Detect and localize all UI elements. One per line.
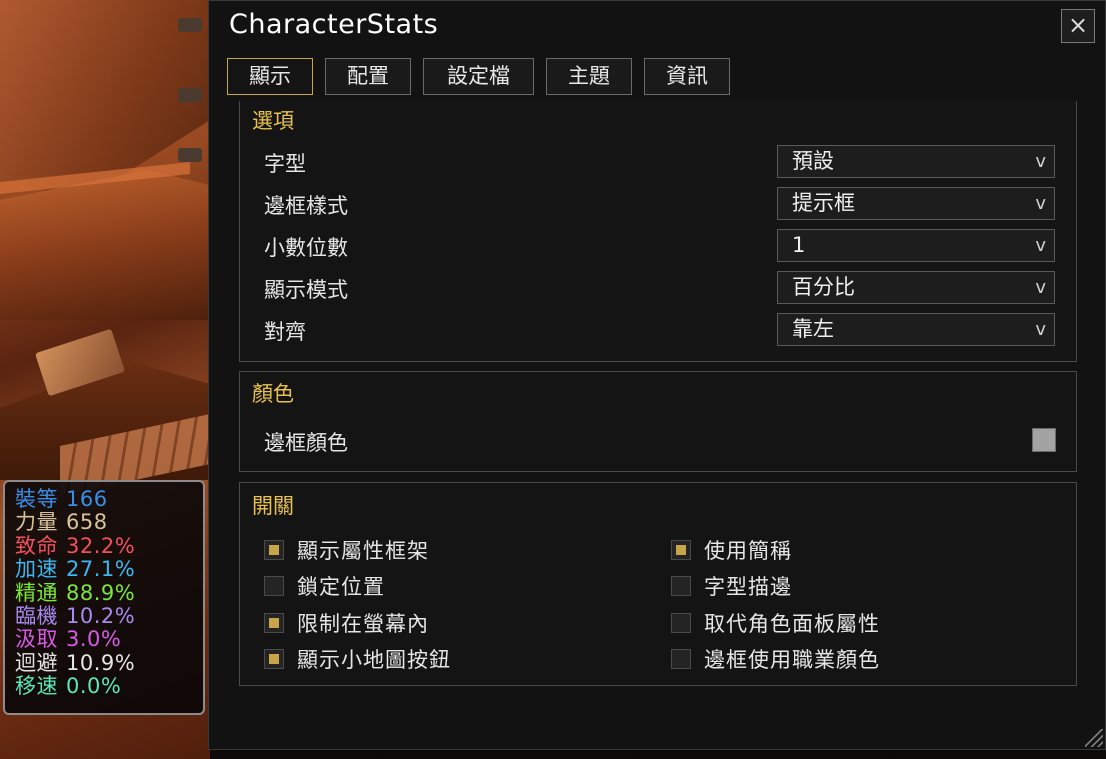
color-section: 顏色 邊框顏色 <box>239 371 1077 472</box>
stat-row: 汲取 3.0% <box>15 627 203 652</box>
checkbox-label: 限制在螢幕內 <box>297 612 429 636</box>
border-color-swatch[interactable] <box>1032 428 1056 452</box>
checkbox-label: 使用簡稱 <box>704 539 792 563</box>
dropdown-value: 預設 <box>792 149 834 173</box>
toggle-show-minimap-button[interactable]: 顯示小地圖按鈕 <box>264 644 451 674</box>
checkbox[interactable] <box>671 613 691 633</box>
stat-label: 臨機 <box>15 604 58 629</box>
background-rivet <box>178 88 202 102</box>
stat-row: 裝等 166 <box>15 487 203 511</box>
section-title: 選項 <box>252 109 294 133</box>
stat-label: 裝等 <box>15 487 58 511</box>
window-title: CharacterStats <box>229 9 439 40</box>
stat-row: 迴避 10.9% <box>15 650 203 675</box>
stat-row: 力量 658 <box>15 510 203 535</box>
checkbox-label: 取代角色面板屬性 <box>704 612 880 636</box>
dropdown-value: 提示框 <box>792 191 855 215</box>
border-style-dropdown[interactable]: 提示框 v <box>777 187 1055 220</box>
stat-label: 力量 <box>15 510 58 535</box>
stat-value: 27.1% <box>66 557 136 582</box>
toggle-use-abbreviations[interactable]: 使用簡稱 <box>671 535 792 565</box>
chevron-down-icon: v <box>1035 151 1046 172</box>
toggle-lock-position[interactable]: 鎖定位置 <box>264 571 385 601</box>
background-rivet <box>178 18 202 32</box>
border-color-label: 邊框顏色 <box>264 431 348 455</box>
chevron-down-icon: v <box>1035 319 1046 340</box>
tab-display[interactable]: 顯示 <box>227 58 313 95</box>
decimal-places-label: 小數位數 <box>264 236 348 260</box>
checkbox[interactable] <box>671 576 691 596</box>
checkbox-label: 字型描邊 <box>704 575 792 599</box>
character-stats-window: CharacterStats × 顯示 配置 設定檔 主題 資訊 選項 字型 預… <box>208 0 1106 750</box>
checkbox[interactable] <box>264 649 284 669</box>
stat-row: 移速 0.0% <box>15 674 203 699</box>
options-section: 選項 字型 預設 v 邊框樣式 提示框 v 小數位數 1 v 顯示模式 百分比 … <box>239 101 1077 362</box>
stat-label: 迴避 <box>15 650 58 675</box>
alignment-dropdown[interactable]: 靠左 v <box>777 313 1055 346</box>
border-style-label: 邊框樣式 <box>264 194 348 218</box>
section-title: 開關 <box>252 494 294 518</box>
stat-label: 加速 <box>15 557 58 582</box>
stat-row: 致命 32.2% <box>15 533 203 558</box>
stat-row: 精通 88.9% <box>15 580 203 605</box>
stat-row: 臨機 10.2% <box>15 604 203 629</box>
chevron-down-icon: v <box>1035 193 1046 214</box>
stat-value: 10.2% <box>66 604 136 629</box>
checkbox-label: 鎖定位置 <box>297 575 385 599</box>
stat-label: 汲取 <box>15 627 58 652</box>
checkbox[interactable] <box>671 540 691 560</box>
chevron-down-icon: v <box>1035 235 1046 256</box>
checkbox[interactable] <box>264 576 284 596</box>
display-mode-label: 顯示模式 <box>264 278 348 302</box>
stat-value: 3.0% <box>66 627 122 652</box>
stat-value: 32.2% <box>66 533 136 558</box>
tab-profiles[interactable]: 設定檔 <box>423 58 534 95</box>
character-stats-frame[interactable]: 裝等 166 力量 658 致命 32.2% 加速 27.1% 精通 88.9% 臨機 10.2% 汲取… <box>3 480 205 715</box>
close-button[interactable]: × <box>1061 9 1095 43</box>
toggle-class-color-border[interactable]: 邊框使用職業顏色 <box>671 644 880 674</box>
tab-bar: 顯示 配置 設定檔 主題 資訊 <box>227 58 730 95</box>
stat-value: 166 <box>66 487 108 511</box>
toggle-clamp-to-screen[interactable]: 限制在螢幕內 <box>264 608 429 638</box>
stat-label: 移速 <box>15 674 58 699</box>
background-rivet <box>178 148 202 162</box>
stat-label: 精通 <box>15 580 58 605</box>
chevron-down-icon: v <box>1035 277 1046 298</box>
decimal-places-dropdown[interactable]: 1 v <box>777 229 1055 262</box>
stat-value: 0.0% <box>66 674 122 699</box>
toggle-font-outline[interactable]: 字型描邊 <box>671 571 792 601</box>
stat-value: 88.9% <box>66 580 136 605</box>
resize-grip-icon[interactable] <box>1085 729 1103 747</box>
toggle-show-stats-frame[interactable]: 顯示屬性框架 <box>264 535 429 565</box>
section-title: 顏色 <box>252 382 294 406</box>
font-label: 字型 <box>264 152 306 176</box>
stat-row: 加速 27.1% <box>15 557 203 582</box>
checkbox-label: 顯示小地圖按鈕 <box>297 648 451 672</box>
dropdown-value: 百分比 <box>792 275 855 299</box>
stat-value: 10.9% <box>66 650 136 675</box>
tab-layout[interactable]: 配置 <box>325 58 411 95</box>
checkbox-label: 邊框使用職業顏色 <box>704 648 880 672</box>
stat-value: 658 <box>66 510 108 535</box>
display-mode-dropdown[interactable]: 百分比 v <box>777 271 1055 304</box>
toggles-section: 開關 顯示屬性框架 鎖定位置 限制在螢幕內 顯示小地圖按鈕 使用簡稱 字型描邊 … <box>239 482 1077 686</box>
toggle-replace-character-panel[interactable]: 取代角色面板屬性 <box>671 608 880 638</box>
checkbox-label: 顯示屬性框架 <box>297 539 429 563</box>
stat-label: 致命 <box>15 533 58 558</box>
checkbox[interactable] <box>264 540 284 560</box>
dropdown-value: 靠左 <box>792 317 834 341</box>
alignment-label: 對齊 <box>264 320 306 344</box>
tab-info[interactable]: 資訊 <box>644 58 730 95</box>
tab-themes[interactable]: 主題 <box>546 58 632 95</box>
font-dropdown[interactable]: 預設 v <box>777 145 1055 178</box>
checkbox[interactable] <box>264 613 284 633</box>
checkbox[interactable] <box>671 649 691 669</box>
dropdown-value: 1 <box>792 233 806 257</box>
